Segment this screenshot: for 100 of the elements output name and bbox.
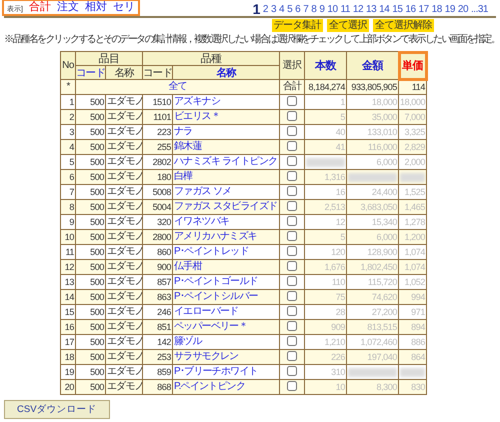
select-checkbox[interactable] [287, 381, 297, 392]
select-checkbox[interactable] [287, 306, 297, 316]
column-header[interactable]: 金額 [346, 52, 398, 80]
table-cell: 35,000 [372, 112, 397, 122]
table-cell: エダモノ [106, 290, 142, 304]
table-cell: 2,000 [404, 157, 425, 167]
variety-link[interactable]: 仏手柑 [174, 261, 202, 272]
table-cell: 7,000 [404, 112, 425, 122]
table-cell: 2,513 [324, 202, 345, 212]
page-link[interactable]: 7 [303, 3, 308, 16]
page-link[interactable]: 9 [319, 3, 324, 16]
display-tab[interactable]: 相対 [84, 1, 107, 14]
select-checkbox[interactable] [287, 171, 297, 182]
table-cell: 1,316 [324, 172, 345, 182]
table-cell: 500 [76, 350, 106, 364]
select-checkbox[interactable] [287, 186, 297, 196]
page-link[interactable]: 20 [458, 3, 468, 16]
table-cell: 1,676 [324, 262, 345, 272]
table-cell: エダモノ [106, 364, 142, 380]
select-checkbox[interactable] [287, 216, 297, 226]
table-cell: 18 [60, 350, 76, 364]
select-checkbox[interactable] [287, 96, 297, 106]
select-checkbox[interactable] [287, 246, 297, 256]
page-link[interactable]: 6 [295, 3, 300, 16]
variety-link[interactable]: P･ブリーチホワイト [174, 366, 258, 377]
variety-link[interactable]: 籐ヅル [174, 336, 202, 347]
page-link[interactable]: 5 [287, 3, 292, 16]
page-link[interactable]: 16 [405, 3, 416, 16]
action-button[interactable]: データ集計 [272, 19, 323, 32]
variety-link[interactable]: イエローバード [174, 306, 238, 317]
variety-link[interactable]: P･ペイントゴールド [174, 276, 258, 287]
display-tab[interactable]: 注文 [56, 1, 79, 14]
variety-link[interactable]: ハナミズキ ライトピンク [174, 156, 278, 167]
table-cell: 3,325 [404, 127, 425, 137]
page-link[interactable]: 14 [379, 3, 390, 16]
display-tab[interactable]: セリ [112, 1, 135, 14]
variety-link[interactable]: ファガス ソメ [174, 186, 232, 197]
select-checkbox[interactable] [287, 336, 297, 346]
table-cell: 7 [60, 184, 76, 200]
page-link[interactable]: 4 [279, 3, 284, 16]
select-checkbox[interactable] [287, 366, 297, 376]
column-header[interactable]: 本数 [304, 52, 346, 80]
table-cell: 110 [332, 277, 345, 287]
page-link[interactable]: 11 [340, 3, 350, 16]
column-header[interactable]: コード [76, 66, 106, 80]
variety-link[interactable]: アズキナシ [174, 96, 220, 107]
select-checkbox[interactable] [287, 201, 297, 212]
variety-link[interactable]: 白樺 [174, 171, 192, 182]
page-link[interactable]: 8 [311, 3, 316, 16]
page-link[interactable]: 15 [392, 3, 402, 16]
page-link[interactable]: 10 [327, 3, 338, 16]
table-cell: 971 [411, 307, 425, 317]
page-link[interactable]: 13 [366, 3, 376, 16]
select-checkbox[interactable] [287, 291, 297, 302]
page-link[interactable]: 18 [432, 3, 442, 16]
select-checkbox[interactable] [287, 111, 297, 122]
select-checkbox[interactable] [287, 141, 297, 152]
page-link[interactable]: 17 [418, 3, 429, 16]
action-button[interactable]: 全て選択解除 [373, 19, 434, 32]
page-link[interactable]: 1 [252, 3, 260, 16]
table-cell: 1,074 [404, 247, 425, 257]
table-cell: 120 [331, 247, 345, 257]
table-cell: 18,000 [372, 97, 397, 107]
variety-link[interactable]: イワネツバキ [174, 216, 230, 227]
table-cell: 894 [411, 322, 425, 332]
select-checkbox[interactable] [287, 231, 297, 242]
table-cell: 994 [411, 292, 425, 302]
select-checkbox[interactable] [287, 261, 297, 272]
table-cell: エダモノ [106, 184, 142, 200]
variety-link[interactable]: P･ペイントレッド [174, 246, 248, 257]
select-checkbox[interactable] [287, 351, 297, 362]
page-link[interactable]: 12 [352, 3, 364, 16]
table-cell: エダモノ [106, 260, 142, 274]
page-link[interactable]: 19 [444, 3, 455, 16]
table-cell: エダモノ [106, 334, 142, 350]
table-cell: 11 [60, 244, 76, 260]
variety-link[interactable]: ナラ [174, 126, 192, 137]
table-cell: エダモノ [106, 124, 142, 140]
all-link[interactable]: 全て [168, 81, 187, 92]
table-cell: 2 [60, 110, 76, 124]
column-header[interactable]: 単価 [398, 52, 426, 80]
select-checkbox[interactable] [287, 276, 297, 286]
select-checkbox[interactable] [287, 321, 297, 332]
page-link[interactable]: 3 [270, 3, 276, 16]
table-cell: 500 [76, 140, 106, 154]
select-checkbox[interactable] [287, 126, 297, 136]
select-checkbox[interactable] [287, 156, 297, 166]
page-link[interactable]: ...31 [471, 3, 488, 16]
display-tab[interactable]: 合計 [28, 1, 51, 14]
blurred-value [400, 368, 425, 376]
variety-link[interactable]: 錦木蓮 [174, 141, 202, 152]
csv-download-button[interactable]: CSVダウンロード [4, 400, 110, 419]
page-link[interactable]: 2 [262, 3, 268, 16]
table-cell: 8 [60, 200, 76, 214]
column-header: 名称 [106, 66, 142, 80]
column-header[interactable]: 名称 [172, 66, 280, 80]
action-button[interactable]: 全て選択 [327, 19, 369, 32]
table-cell: エダモノ [106, 94, 142, 110]
table-cell: 合計 [280, 80, 304, 94]
table-cell: エダモノ [106, 244, 142, 260]
